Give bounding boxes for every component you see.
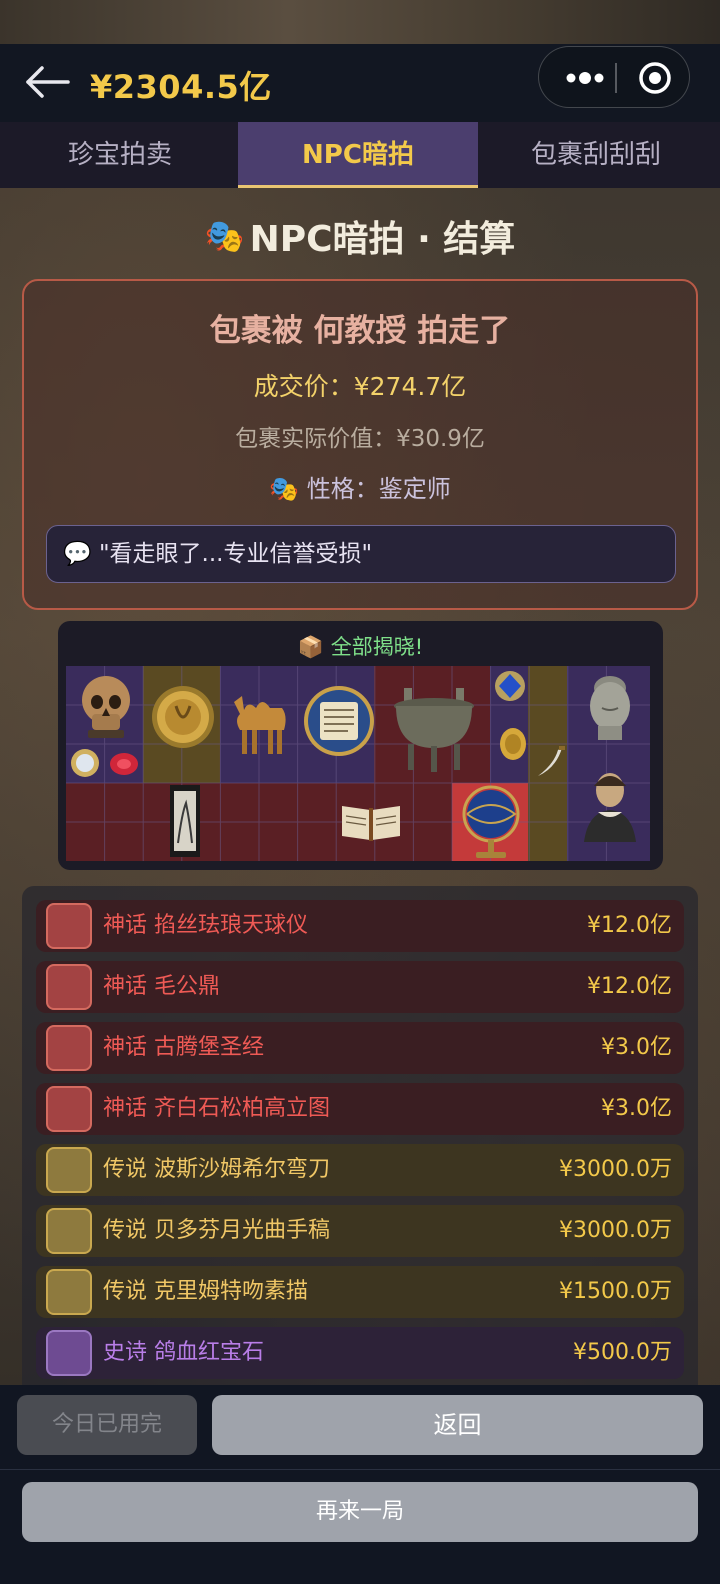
manuscript-icon	[304, 686, 374, 756]
list-item: 神话 毛公鼎 ¥12.0亿	[36, 961, 684, 1013]
item-name: 神话 掐丝珐琅天球仪	[103, 913, 308, 938]
scimitar-icon	[46, 1147, 92, 1193]
cauldron-icon	[46, 964, 92, 1010]
winner-headline: 包裹被 何教授 拍走了	[209, 313, 511, 349]
list-item: 神话 齐白石松柏高立图 ¥3.0亿	[36, 1083, 684, 1135]
theater-masks-icon: 🎭	[269, 475, 300, 503]
back-button[interactable]: 返回	[212, 1395, 703, 1455]
book-icon	[46, 1025, 92, 1071]
item-name: 传说 贝多芬月光曲手稿	[103, 1218, 330, 1243]
close-miniprogram-icon[interactable]	[633, 47, 677, 109]
buddha-head-icon	[590, 676, 630, 740]
globe-icon	[462, 785, 520, 858]
page-title: NPC暗拍 · 结算	[249, 219, 516, 260]
item-price: ¥3.0亿	[601, 1035, 672, 1060]
scimitar-icon	[538, 746, 565, 776]
tab-package-scratch[interactable]: 包裹刮刮刮	[476, 122, 716, 188]
globe-icon	[46, 903, 92, 949]
tab-bar: 珍宝拍卖 NPC暗拍 包裹刮刮刮	[0, 122, 720, 188]
package-icon: 📦	[297, 635, 325, 659]
character-text: 性格：鉴定师	[306, 475, 451, 503]
camel-figurine-icon	[234, 696, 286, 754]
more-options-icon[interactable]	[557, 47, 613, 109]
cauldron-icon	[394, 688, 474, 772]
theater-masks-icon: 🎭	[204, 217, 245, 255]
gold-coin-icon	[500, 728, 526, 760]
list-item: 神话 掐丝珐琅天球仪 ¥12.0亿	[36, 900, 684, 952]
background-strip	[0, 0, 720, 44]
scroll-painting-icon	[46, 1086, 92, 1132]
ruby-icon	[46, 1330, 92, 1376]
scroll-painting-icon	[170, 785, 200, 857]
balance-amount: ¥2304.5亿	[90, 68, 272, 106]
item-price: ¥3000.0万	[559, 1157, 672, 1182]
item-list-panel: 神话 掐丝珐琅天球仪 ¥12.0亿 神话 毛公鼎 ¥12.0亿 神话 古腾堡圣经…	[22, 886, 698, 1406]
list-item: 神话 古腾堡圣经 ¥3.0亿	[36, 1022, 684, 1074]
reveal-title-text: 全部揭晓!	[330, 635, 424, 659]
item-name: 神话 毛公鼎	[103, 974, 220, 999]
skull-icon	[82, 676, 130, 738]
sapphire-icon	[495, 671, 525, 701]
speech-bubble-icon: 💬	[63, 541, 92, 567]
tab-npc-auction[interactable]: NPC暗拍	[238, 122, 478, 188]
used-today-button[interactable]: 今日已用完	[17, 1395, 197, 1455]
item-price: ¥12.0亿	[587, 974, 672, 999]
deal-price: 成交价：¥274.7亿	[253, 372, 467, 401]
manuscript-icon	[46, 1208, 92, 1254]
list-item: 史诗 鸽血红宝石 ¥500.0万	[36, 1327, 684, 1379]
play-again-button[interactable]: 再来一局	[22, 1482, 698, 1542]
diamond-ring-icon	[71, 749, 99, 777]
character-line: 🎭 性格：鉴定师	[24, 469, 696, 504]
gold-medallion-icon	[46, 1269, 92, 1315]
capsule-divider	[615, 63, 617, 93]
mini-program-capsule	[538, 46, 690, 108]
gold-medallion-icon	[152, 686, 214, 748]
quote-text: "看走眼了...专业信誉受损"	[98, 541, 373, 567]
reveal-box: 📦 全部揭晓!	[58, 621, 663, 870]
item-name: 传说 克里姆特吻素描	[103, 1279, 308, 1304]
book-icon	[342, 806, 400, 841]
reveal-title: 📦 全部揭晓!	[58, 631, 663, 661]
settlement-title-row: 🎭 NPC暗拍 · 结算	[0, 210, 720, 262]
tab-treasure-auction[interactable]: 珍宝拍卖	[0, 122, 240, 188]
result-card: 包裹被 何教授 拍走了 成交价：¥274.7亿 包裹实际价值：¥30.9亿 🎭 …	[22, 279, 698, 610]
item-price: ¥1500.0万	[559, 1279, 672, 1304]
item-price: ¥3.0亿	[601, 1096, 672, 1121]
npc-quote: 💬 "看走眼了...专业信誉受损"	[46, 525, 676, 583]
item-price: ¥500.0万	[573, 1340, 672, 1365]
item-price: ¥12.0亿	[587, 913, 672, 938]
divider	[0, 1469, 720, 1470]
real-value: 包裹实际价值：¥30.9亿	[235, 426, 485, 452]
item-price: ¥3000.0万	[559, 1218, 672, 1243]
list-item: 传说 波斯沙姆希尔弯刀 ¥3000.0万	[36, 1144, 684, 1196]
item-name: 传说 波斯沙姆希尔弯刀	[103, 1157, 330, 1182]
list-item: 传说 克里姆特吻素描 ¥1500.0万	[36, 1266, 684, 1318]
ruby-icon	[110, 753, 138, 775]
portrait-bust-icon	[584, 773, 636, 842]
item-name: 神话 古腾堡圣经	[103, 1035, 264, 1060]
list-item: 传说 贝多芬月光曲手稿 ¥3000.0万	[36, 1205, 684, 1257]
package-grid	[66, 666, 650, 861]
back-arrow-icon[interactable]	[22, 62, 72, 102]
item-name: 史诗 鸽血红宝石	[103, 1340, 264, 1365]
item-name: 神话 齐白石松柏高立图	[103, 1096, 330, 1121]
bottom-action-bar: 今日已用完 返回 再来一局	[0, 1385, 720, 1584]
